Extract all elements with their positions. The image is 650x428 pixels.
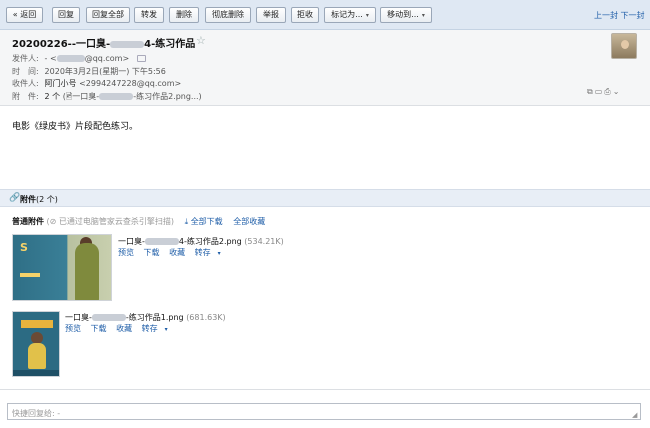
star-icon[interactable]: ☆ (196, 34, 206, 47)
prev-next-links[interactable]: 上一封 下一封 (594, 10, 645, 21)
recipient-label: 收件人: (12, 79, 39, 88)
mark-as-label: 标记为... (331, 10, 363, 19)
reply-all-button[interactable]: 回复全部 (86, 7, 130, 23)
mail-body: 电影《绿皮书》片段配色练习。 (12, 122, 139, 132)
toolbar: « 返回 回复 回复全部 转发 删除 彻底删除 举报 拒收 标记为... ▾ 移动… (0, 0, 650, 30)
delete-button[interactable]: 删除 (169, 7, 199, 23)
transfer-dropdown[interactable]: 转存 ▾ (142, 324, 175, 333)
subject-prefix: 20200226--一口臭- (12, 39, 111, 50)
chevron-down-icon: ▾ (365, 12, 369, 19)
attachment-size: (534.21K) (244, 237, 284, 246)
download-all-link[interactable]: ⤓ 全部下载 (185, 217, 223, 226)
attach-count[interactable]: 2 个 (45, 92, 61, 101)
mail-subject: 20200226--一口臭- 4-练习作品 (12, 35, 195, 50)
contact-card-icon[interactable] (136, 55, 146, 62)
back-button[interactable]: « 返回 (6, 7, 43, 23)
move-to-dropdown[interactable]: 移动到... ▾ (380, 7, 432, 23)
header-tools: ⧉▭⎙⌄ (587, 87, 621, 97)
divider (0, 389, 650, 390)
avatar-face (621, 40, 629, 49)
thumbnail-art (20, 273, 40, 277)
recipient-row: 收件人: 阿门小号 <2994247228@qq.com> (12, 78, 181, 89)
thumbnail-art (75, 243, 99, 300)
attachment-filename: 一口臭- -练习作品1.png (681.63K) (65, 313, 226, 322)
attachments-title: 附件(2 个) (20, 195, 58, 204)
subject-suffix: 4-练习作品 (144, 39, 196, 50)
avatar[interactable] (611, 33, 637, 59)
delete-forever-button[interactable]: 彻底删除 (205, 7, 251, 23)
attach-preview[interactable]: (🖻一口臭- -练习作品2.png...) (63, 92, 202, 101)
chevron-down-icon: ▾ (421, 12, 425, 19)
redacted-text (56, 55, 85, 62)
attachment-toolbar: 普通附件 (⊘ 已通过电脑管家云查杀引擎扫描) ⤓ 全部下载 全部收藏 (12, 216, 265, 227)
time-value: 2020年3月2日(星期一) 下午5:56 (44, 67, 166, 76)
attachment-thumbnail[interactable] (12, 311, 60, 377)
recipient-email: <2994247228@qq.com> (79, 79, 182, 88)
attach-label: 附 件: (12, 92, 39, 101)
attachment-row: 附 件: 2 个 (🖻一口臭- -练习作品2.png...) (12, 91, 202, 105)
chevron-down-icon[interactable]: ⌄ (613, 87, 622, 96)
reject-button[interactable]: 拒收 (291, 7, 319, 23)
window-icon[interactable]: ▭ (595, 87, 605, 96)
report-button[interactable]: 举报 (256, 7, 286, 23)
time-label: 时 间: (12, 67, 39, 76)
mark-as-dropdown[interactable]: 标记为... ▾ (324, 7, 376, 23)
attachment-thumbnail[interactable]: S (12, 234, 112, 301)
redacted-text (110, 40, 145, 48)
preview-link[interactable]: 预览 (65, 324, 81, 333)
download-icon: ⤓ (184, 217, 189, 226)
normal-attach-label: 普通附件 (12, 217, 44, 226)
thumbnail-art: S (20, 241, 28, 254)
save-all-link[interactable]: 全部收藏 (233, 217, 265, 226)
popout-icon[interactable]: ⧉ (587, 87, 595, 96)
thumbnail-art (13, 370, 59, 376)
paperclip-icon: 🔗 (9, 193, 21, 203)
transfer-dropdown[interactable]: 转存 ▾ (195, 248, 228, 257)
attachments-header: 🔗 附件(2 个) (0, 189, 650, 207)
sender-row: 发件人: - < @qq.com> (12, 53, 146, 64)
attachment-size: (681.63K) (186, 313, 226, 322)
download-link[interactable]: 下载 (91, 324, 107, 333)
move-to-label: 移动到... (387, 10, 419, 19)
chevron-down-icon: ▾ (217, 250, 221, 257)
attachment-filename: 一口臭- 4-练习作品2.png (534.21K) (118, 237, 284, 246)
redacted-text (91, 314, 126, 321)
print-icon[interactable]: ⎙ (604, 87, 612, 96)
redacted-text (144, 238, 179, 245)
time-row: 时 间: 2020年3月2日(星期一) 下午5:56 (12, 66, 166, 77)
quick-reply-input[interactable]: 快捷回复给: - (7, 403, 641, 420)
forward-button[interactable]: 转发 (134, 7, 164, 23)
chevron-down-icon: ▾ (164, 326, 168, 333)
recipient-name[interactable]: 阿门小号 (45, 79, 77, 88)
sender-value[interactable]: - < @qq.com> (45, 54, 130, 63)
thumbnail-art (21, 320, 53, 328)
save-link[interactable]: 收藏 (169, 248, 185, 257)
preview-link[interactable]: 预览 (118, 248, 134, 257)
reply-button[interactable]: 回复 (52, 7, 80, 23)
attachment-actions: 预览 下载 收藏 转存 ▾ (65, 323, 182, 334)
sender-label: 发件人: (12, 54, 39, 63)
thumbnail-art (28, 343, 46, 369)
save-link[interactable]: 收藏 (116, 324, 132, 333)
resize-handle-icon[interactable]: ◢ (632, 411, 637, 419)
mail-header: 20200226--一口臭- 4-练习作品 ☆ 发件人: - < @qq.com> … (0, 30, 650, 106)
attachment-actions: 预览 下载 收藏 转存 ▾ (118, 247, 235, 258)
redacted-text (99, 93, 134, 100)
scan-note: (⊘ 已通过电脑管家云查杀引擎扫描) (46, 217, 175, 226)
download-link[interactable]: 下载 (144, 248, 160, 257)
